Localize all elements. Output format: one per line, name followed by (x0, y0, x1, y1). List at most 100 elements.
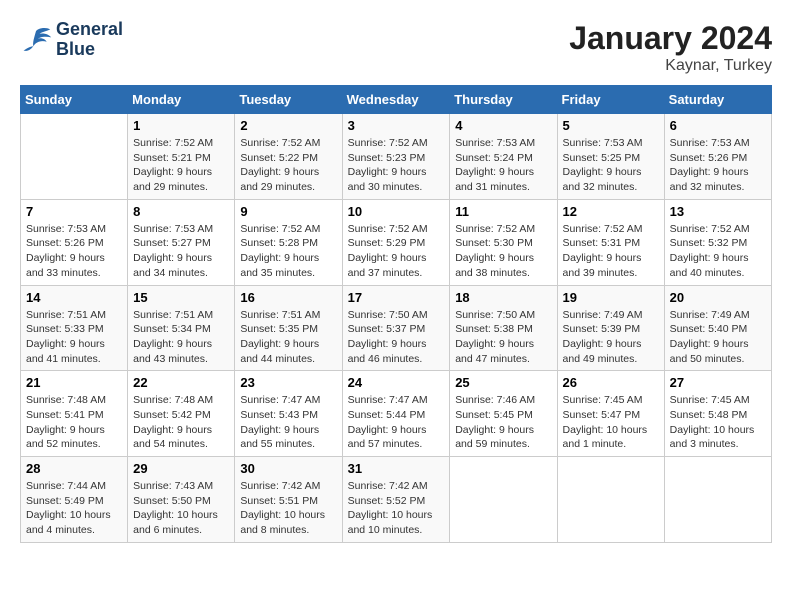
day-number: 23 (240, 375, 336, 390)
day-info: Sunrise: 7:52 AM Sunset: 5:23 PM Dayligh… (348, 136, 445, 195)
calendar-cell (664, 457, 771, 543)
calendar-cell: 9 Sunrise: 7:52 AM Sunset: 5:28 PM Daylig… (235, 199, 342, 285)
day-number: 19 (563, 290, 659, 305)
day-info: Sunrise: 7:42 AM Sunset: 5:51 PM Dayligh… (240, 479, 336, 538)
day-number: 6 (670, 118, 766, 133)
weekday-header-wednesday: Wednesday (342, 86, 450, 114)
calendar-week-row: 28Sunrise: 7:44 AM Sunset: 5:49 PM Dayli… (21, 457, 772, 543)
weekday-header-tuesday: Tuesday (235, 86, 342, 114)
calendar-cell: 2Sunrise: 7:52 AM Sunset: 5:22 PM Daylig… (235, 114, 342, 200)
calendar-cell: 15 Sunrise: 7:51 AM Sunset: 5:34 PM Dayli… (128, 285, 235, 371)
logo-text: General Blue (56, 20, 123, 60)
day-info: Sunrise: 7:47 AM Sunset: 5:44 PM Dayligh… (348, 393, 445, 452)
day-info: Sunrise: 7:53 AM Sunset: 5:27 PM Dayligh… (133, 222, 229, 281)
day-number: 17 (348, 290, 445, 305)
calendar-cell: 20Sunrise: 7:49 AM Sunset: 5:40 PM Dayli… (664, 285, 771, 371)
calendar-cell: 3 Sunrise: 7:52 AM Sunset: 5:23 PM Daylig… (342, 114, 450, 200)
day-info: Sunrise: 7:49 AM Sunset: 5:40 PM Dayligh… (670, 308, 766, 367)
day-info: Sunrise: 7:45 AM Sunset: 5:48 PM Dayligh… (670, 393, 766, 452)
day-number: 10 (348, 204, 445, 219)
day-info: Sunrise: 7:52 AM Sunset: 5:29 PM Dayligh… (348, 222, 445, 281)
day-info: Sunrise: 7:50 AM Sunset: 5:38 PM Dayligh… (455, 308, 551, 367)
day-info: Sunrise: 7:53 AM Sunset: 5:24 PM Dayligh… (455, 136, 551, 195)
day-number: 26 (563, 375, 659, 390)
day-info: Sunrise: 7:50 AM Sunset: 5:37 PM Dayligh… (348, 308, 445, 367)
calendar-cell: 17 Sunrise: 7:50 AM Sunset: 5:37 PM Dayli… (342, 285, 450, 371)
calendar-cell: 24 Sunrise: 7:47 AM Sunset: 5:44 PM Dayli… (342, 371, 450, 457)
weekday-header-saturday: Saturday (664, 86, 771, 114)
calendar-cell: 23 Sunrise: 7:47 AM Sunset: 5:43 PM Dayli… (235, 371, 342, 457)
day-number: 29 (133, 461, 229, 476)
day-number: 13 (670, 204, 766, 219)
day-number: 31 (348, 461, 445, 476)
calendar-cell (450, 457, 557, 543)
logo-icon (20, 26, 52, 54)
day-info: Sunrise: 7:52 AM Sunset: 5:28 PM Dayligh… (240, 222, 336, 281)
day-info: Sunrise: 7:49 AM Sunset: 5:39 PM Dayligh… (563, 308, 659, 367)
calendar-cell: 12 Sunrise: 7:52 AM Sunset: 5:31 PM Dayli… (557, 199, 664, 285)
day-number: 9 (240, 204, 336, 219)
day-number: 15 (133, 290, 229, 305)
day-info: Sunrise: 7:53 AM Sunset: 5:26 PM Dayligh… (26, 222, 122, 281)
day-number: 24 (348, 375, 445, 390)
day-number: 25 (455, 375, 551, 390)
day-info: Sunrise: 7:52 AM Sunset: 5:22 PM Dayligh… (240, 136, 336, 195)
weekday-header-thursday: Thursday (450, 86, 557, 114)
day-number: 30 (240, 461, 336, 476)
day-info: Sunrise: 7:46 AM Sunset: 5:45 PM Dayligh… (455, 393, 551, 452)
day-number: 16 (240, 290, 336, 305)
day-info: Sunrise: 7:52 AM Sunset: 5:31 PM Dayligh… (563, 222, 659, 281)
day-number: 4 (455, 118, 551, 133)
day-info: Sunrise: 7:43 AM Sunset: 5:50 PM Dayligh… (133, 479, 229, 538)
calendar-table: SundayMondayTuesdayWednesdayThursdayFrid… (20, 85, 772, 543)
day-info: Sunrise: 7:53 AM Sunset: 5:25 PM Dayligh… (563, 136, 659, 195)
day-number: 12 (563, 204, 659, 219)
calendar-week-row: 14 Sunrise: 7:51 AM Sunset: 5:33 PM Dayli… (21, 285, 772, 371)
calendar-cell: 13 Sunrise: 7:52 AM Sunset: 5:32 PM Dayli… (664, 199, 771, 285)
day-info: Sunrise: 7:52 AM Sunset: 5:32 PM Dayligh… (670, 222, 766, 281)
day-number: 3 (348, 118, 445, 133)
calendar-cell: 21Sunrise: 7:48 AM Sunset: 5:41 PM Dayli… (21, 371, 128, 457)
calendar-cell: 19 Sunrise: 7:49 AM Sunset: 5:39 PM Dayli… (557, 285, 664, 371)
day-info: Sunrise: 7:42 AM Sunset: 5:52 PM Dayligh… (348, 479, 445, 538)
day-info: Sunrise: 7:44 AM Sunset: 5:49 PM Dayligh… (26, 479, 122, 538)
calendar-cell: 27Sunrise: 7:45 AM Sunset: 5:48 PM Dayli… (664, 371, 771, 457)
calendar-cell: 18 Sunrise: 7:50 AM Sunset: 5:38 PM Dayli… (450, 285, 557, 371)
calendar-cell: 8 Sunrise: 7:53 AM Sunset: 5:27 PM Daylig… (128, 199, 235, 285)
calendar-cell: 31 Sunrise: 7:42 AM Sunset: 5:52 PM Dayli… (342, 457, 450, 543)
calendar-cell: 5Sunrise: 7:53 AM Sunset: 5:25 PM Daylig… (557, 114, 664, 200)
day-info: Sunrise: 7:48 AM Sunset: 5:42 PM Dayligh… (133, 393, 229, 452)
day-info: Sunrise: 7:51 AM Sunset: 5:33 PM Dayligh… (26, 308, 122, 367)
day-number: 8 (133, 204, 229, 219)
location-title: Kaynar, Turkey (569, 57, 772, 75)
day-number: 22 (133, 375, 229, 390)
day-info: Sunrise: 7:45 AM Sunset: 5:47 PM Dayligh… (563, 393, 659, 452)
calendar-cell: 30 Sunrise: 7:42 AM Sunset: 5:51 PM Dayli… (235, 457, 342, 543)
calendar-cell: 1 Sunrise: 7:52 AM Sunset: 5:21 PM Daylig… (128, 114, 235, 200)
calendar-cell: 10 Sunrise: 7:52 AM Sunset: 5:29 PM Dayli… (342, 199, 450, 285)
calendar-cell: 7 Sunrise: 7:53 AM Sunset: 5:26 PM Daylig… (21, 199, 128, 285)
weekday-header-monday: Monday (128, 86, 235, 114)
logo: General Blue (20, 20, 123, 60)
day-number: 14 (26, 290, 122, 305)
calendar-cell (21, 114, 128, 200)
calendar-cell: 29 Sunrise: 7:43 AM Sunset: 5:50 PM Dayli… (128, 457, 235, 543)
day-number: 7 (26, 204, 122, 219)
day-info: Sunrise: 7:51 AM Sunset: 5:34 PM Dayligh… (133, 308, 229, 367)
day-info: Sunrise: 7:52 AM Sunset: 5:30 PM Dayligh… (455, 222, 551, 281)
calendar-cell: 4 Sunrise: 7:53 AM Sunset: 5:24 PM Daylig… (450, 114, 557, 200)
weekday-header-row: SundayMondayTuesdayWednesdayThursdayFrid… (21, 86, 772, 114)
day-info: Sunrise: 7:51 AM Sunset: 5:35 PM Dayligh… (240, 308, 336, 367)
day-number: 1 (133, 118, 229, 133)
page-header: General Blue January 2024 Kaynar, Turkey (20, 20, 772, 75)
day-info: Sunrise: 7:53 AM Sunset: 5:26 PM Dayligh… (670, 136, 766, 195)
day-info: Sunrise: 7:47 AM Sunset: 5:43 PM Dayligh… (240, 393, 336, 452)
calendar-week-row: 1 Sunrise: 7:52 AM Sunset: 5:21 PM Daylig… (21, 114, 772, 200)
calendar-cell: 28Sunrise: 7:44 AM Sunset: 5:49 PM Dayli… (21, 457, 128, 543)
day-number: 18 (455, 290, 551, 305)
day-info: Sunrise: 7:52 AM Sunset: 5:21 PM Dayligh… (133, 136, 229, 195)
weekday-header-friday: Friday (557, 86, 664, 114)
month-title: January 2024 (569, 20, 772, 57)
calendar-cell: 25 Sunrise: 7:46 AM Sunset: 5:45 PM Dayli… (450, 371, 557, 457)
calendar-cell (557, 457, 664, 543)
